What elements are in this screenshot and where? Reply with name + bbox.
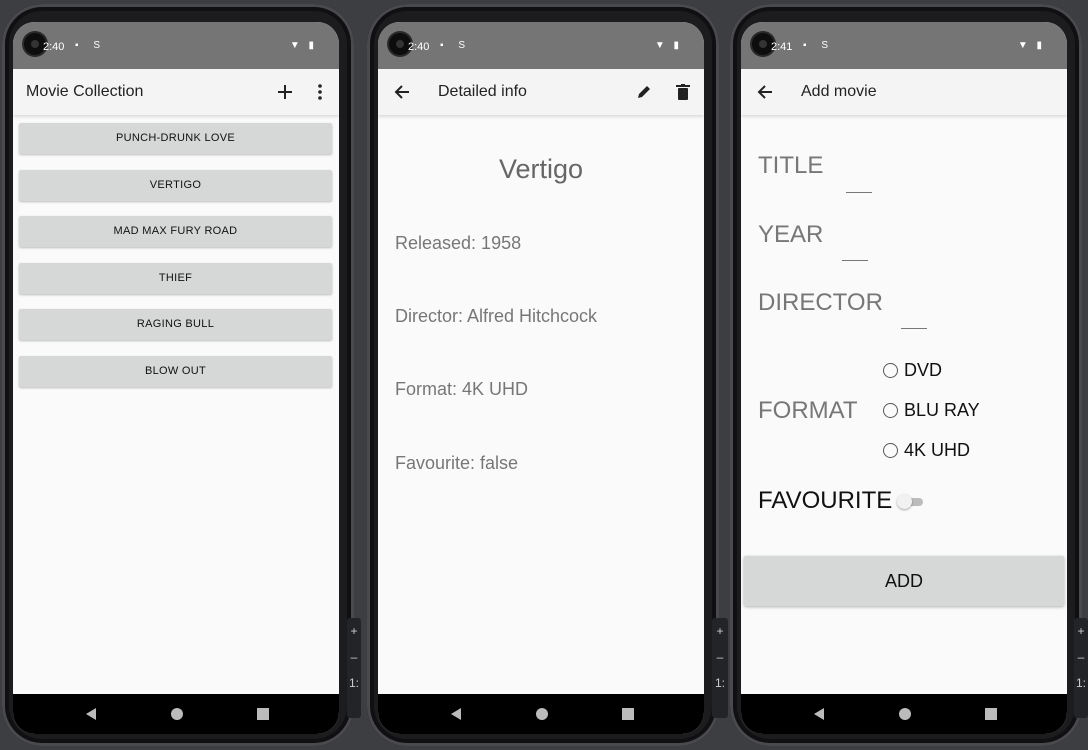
notification-icons: ▪ S — [75, 40, 106, 51]
nav-recent-icon[interactable] — [618, 704, 638, 724]
ratio-button[interactable]: 1: — [1074, 670, 1088, 696]
format-label: FORMAT — [758, 397, 858, 424]
notification-icons: ▪ S — [803, 40, 834, 51]
status-bar: 2:41 ▪ S ▼ ▮ — [741, 22, 1067, 69]
nav-home-icon[interactable] — [895, 704, 915, 724]
nav-home-icon[interactable] — [167, 704, 187, 724]
format-option-4k[interactable]: 4K UHD — [883, 440, 970, 461]
system-nav-bar — [741, 694, 1067, 734]
phone-add-movie: 2:41 ▪ S ▼ ▮ Add movie TITLE YEAR DIRECT… — [730, 4, 1082, 746]
arrow-back-icon[interactable] — [390, 80, 414, 104]
director-text: Director: Alfred Hitchcock — [395, 306, 598, 326]
nav-recent-icon[interactable] — [253, 704, 273, 724]
movie-button[interactable]: MAD MAX FURY ROAD — [19, 216, 332, 247]
phone-movie-collection: 2:40 ▪ S ▼ ▮ Movie Collection PUNCH-DRUN… — [2, 4, 354, 746]
system-nav-bar — [378, 694, 704, 734]
zoom-out-button[interactable]: – — [347, 644, 361, 670]
movie-button[interactable]: RAGING BULL — [19, 309, 332, 340]
title-label: TITLE — [758, 152, 824, 179]
ratio-button[interactable]: 1: — [347, 670, 361, 696]
movie-button[interactable]: BLOW OUT — [19, 356, 332, 387]
wifi-battery-icons: ▼ ▮ — [289, 40, 317, 51]
status-bar: 2:40 ▪ S ▼ ▮ — [13, 22, 339, 69]
plus-icon[interactable] — [273, 80, 297, 104]
favourite-label: FAVOURITE — [758, 487, 893, 514]
wifi-battery-icons: ▼ ▮ — [654, 40, 682, 51]
system-nav-bar — [13, 694, 339, 734]
notification-icons: ▪ S — [440, 40, 471, 51]
nav-back-icon[interactable] — [81, 704, 101, 724]
zoom-in-button[interactable]: + — [712, 618, 728, 644]
released-text: Released: 1958 — [395, 233, 522, 253]
wifi-battery-icons: ▼ ▮ — [1017, 40, 1045, 51]
movie-button[interactable]: VERTIGO — [19, 170, 332, 201]
zoom-out-button[interactable]: – — [712, 644, 728, 670]
favourite-text: Favourite: false — [395, 453, 519, 473]
format-text: Format: 4K UHD — [395, 379, 529, 399]
radio-icon[interactable] — [883, 403, 898, 418]
zoom-in-button[interactable]: + — [347, 618, 361, 644]
movie-title: Vertigo — [498, 154, 584, 184]
add-button[interactable]: ADD — [744, 556, 1064, 606]
ratio-button[interactable]: 1: — [712, 670, 728, 696]
radio-label: BLU RAY — [904, 400, 980, 420]
favourite-switch[interactable] — [897, 494, 923, 509]
radio-icon[interactable] — [883, 363, 898, 378]
status-bar: 2:40 ▪ S ▼ ▮ — [378, 22, 704, 69]
switch-thumb — [897, 494, 912, 509]
screen-detailed-info: 2:40 ▪ S ▼ ▮ Detailed info Vertigo Relea… — [378, 22, 704, 734]
year-input[interactable] — [842, 260, 868, 261]
nav-recent-icon[interactable] — [981, 704, 1001, 724]
screen-movie-collection: 2:40 ▪ S ▼ ▮ Movie Collection PUNCH-DRUN… — [13, 22, 339, 734]
format-option-dvd[interactable]: DVD — [883, 360, 942, 381]
app-bar: Detailed info — [378, 69, 704, 115]
emulator-side-controls[interactable]: + – 1: — [712, 618, 728, 718]
format-option-bluray[interactable]: BLU RAY — [883, 400, 980, 421]
app-bar: Add movie — [741, 69, 1067, 115]
more-vert-icon[interactable] — [308, 80, 332, 104]
zoom-out-button[interactable]: – — [1074, 644, 1088, 670]
director-label: DIRECTOR — [758, 289, 883, 316]
page-title: Add movie — [801, 83, 877, 100]
year-label: YEAR — [758, 221, 824, 248]
status-time: 2:40 — [43, 41, 65, 53]
emulator-side-controls[interactable]: + – 1: — [1074, 618, 1088, 718]
status-time: 2:41 — [771, 41, 793, 53]
movie-button[interactable]: THIEF — [19, 263, 332, 294]
nav-home-icon[interactable] — [532, 704, 552, 724]
emulator-side-controls[interactable]: + – 1: — [347, 618, 361, 718]
app-bar: Movie Collection — [13, 69, 339, 115]
nav-back-icon[interactable] — [809, 704, 829, 724]
radio-label: 4K UHD — [904, 440, 971, 460]
arrow-back-icon[interactable] — [753, 80, 777, 104]
phone-detailed-info: 2:40 ▪ S ▼ ▮ Detailed info Vertigo Relea… — [367, 4, 719, 746]
movie-button[interactable]: PUNCH-DRUNK LOVE — [19, 123, 332, 154]
zoom-in-button[interactable]: + — [1074, 618, 1088, 644]
trash-icon[interactable] — [671, 80, 695, 104]
screen-add-movie: 2:41 ▪ S ▼ ▮ Add movie TITLE YEAR DIRECT… — [741, 22, 1067, 734]
title-input[interactable] — [846, 192, 872, 193]
director-input[interactable] — [901, 328, 927, 329]
radio-label: DVD — [904, 360, 943, 380]
radio-icon[interactable] — [883, 443, 898, 458]
page-title: Movie Collection — [26, 83, 144, 100]
nav-back-icon[interactable] — [446, 704, 466, 724]
page-title: Detailed info — [438, 83, 527, 100]
status-time: 2:40 — [408, 41, 430, 53]
pencil-icon[interactable] — [632, 80, 656, 104]
